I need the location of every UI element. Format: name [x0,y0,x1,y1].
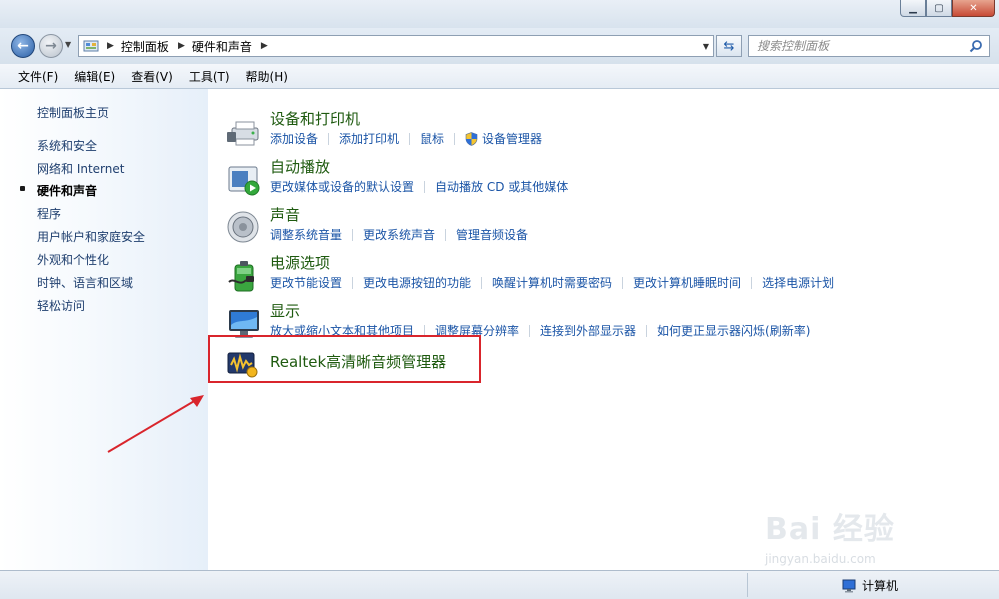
breadcrumb-chevron-icon[interactable]: ▶ [261,41,268,51]
link-wake-password[interactable]: 唤醒计算机时需要密码 [492,274,612,291]
minimize-icon: ▁ [909,2,917,14]
link-divider [646,324,648,337]
address-bar[interactable]: ▶ 控制面板 ▶ 硬件和声音 ▶ ▼ [78,35,714,57]
menu-view[interactable]: 查看(V) [123,66,181,87]
forward-button[interactable]: → [39,34,63,58]
annotation-arrow [107,395,204,453]
sidebar-item-programs[interactable]: 程序 [37,205,61,222]
caption-buttons: ▁ ▢ ✕ [900,0,995,17]
category-title-autoplay[interactable]: 自动播放 [270,156,330,177]
link-manage-audio[interactable]: 管理音频设备 [456,226,528,243]
link-sleep-time[interactable]: 更改计算机睡眠时间 [633,274,741,291]
maximize-button[interactable]: ▢ [926,0,952,17]
link-refresh-rate[interactable]: 如何更正显示器闪烁(刷新率) [657,322,810,339]
link-add-printer[interactable]: 添加打印机 [339,130,399,147]
menu-help[interactable]: 帮助(H) [238,66,296,87]
link-divider [328,132,330,145]
link-change-media-defaults[interactable]: 更改媒体或设备的默认设置 [270,178,414,195]
printer-icon[interactable] [226,114,262,150]
window-title-bar: ▁ ▢ ✕ [0,0,999,28]
minimize-button[interactable]: ▁ [900,0,926,17]
annotation-highlight-box [208,335,481,383]
sidebar-item-user-accounts[interactable]: 用户帐户和家庭安全 [37,228,145,245]
status-divider [747,573,748,597]
link-power-saving[interactable]: 更改节能设置 [270,274,342,291]
status-location: 计算机 [842,577,898,594]
link-divider [445,228,447,241]
category-links: 添加设备 添加打印机 鼠标 设备管理器 [270,130,542,147]
category-links: 更改媒体或设备的默认设置 自动播放 CD 或其他媒体 [270,178,568,195]
recent-pages-dropdown[interactable]: ▼ [65,40,71,49]
menu-tools[interactable]: 工具(T) [181,66,238,87]
link-divider [622,276,624,289]
category-title-devices-printers[interactable]: 设备和打印机 [270,108,360,129]
breadcrumb-chevron-icon[interactable]: ▶ [107,41,114,51]
speaker-icon[interactable] [226,210,262,246]
category-title-display[interactable]: 显示 [270,300,300,321]
back-button[interactable]: ← [11,34,35,58]
link-autoplay-cd[interactable]: 自动播放 CD 或其他媒体 [435,178,568,195]
sidebar-item-home[interactable]: 控制面板主页 [37,104,109,121]
arrow-right-icon: → [45,38,57,54]
link-divider [454,132,456,145]
control-panel-icon [83,40,99,52]
status-location-label: 计算机 [862,579,899,593]
link-divider [481,276,483,289]
link-power-plan[interactable]: 选择电源计划 [762,274,834,291]
link-divider [352,276,354,289]
sidebar-item-system-security[interactable]: 系统和安全 [37,137,97,154]
uac-shield-icon [465,131,478,146]
content-pane: 设备和打印机 添加设备 添加打印机 鼠标 设备管理器 自动播放 更改媒体或设备的… [208,89,993,570]
link-divider [409,132,411,145]
link-change-sounds[interactable]: 更改系统声音 [363,226,435,243]
navigation-bar: ← → ▼ ▶ 控制面板 ▶ 硬件和声音 ▶ ▼ ⇆ [0,28,999,64]
menu-bar: 文件(F) 编辑(E) 查看(V) 工具(T) 帮助(H) [0,64,999,89]
computer-icon [842,579,856,592]
autoplay-icon[interactable] [226,162,262,198]
link-device-manager[interactable]: 设备管理器 [482,130,542,147]
sidebar-item-clock-language[interactable]: 时钟、语言和区域 [37,274,133,291]
category-links: 调整系统音量 更改系统声音 管理音频设备 [270,226,528,243]
close-button[interactable]: ✕ [952,0,995,17]
search-icon[interactable] [969,39,983,53]
link-mouse[interactable]: 鼠标 [420,130,444,147]
link-divider [529,324,531,337]
category-title-power-options[interactable]: 电源选项 [270,252,330,273]
menu-edit[interactable]: 编辑(E) [66,66,123,87]
link-power-button[interactable]: 更改电源按钮的功能 [363,274,471,291]
link-divider [424,180,426,193]
category-title-sound[interactable]: 声音 [270,204,300,225]
link-add-device[interactable]: 添加设备 [270,130,318,147]
breadcrumb-hardware-sound[interactable]: 硬件和声音 [192,38,252,55]
link-divider [352,228,354,241]
category-links: 更改节能设置 更改电源按钮的功能 唤醒计算机时需要密码 更改计算机睡眠时间 选择… [270,274,834,291]
refresh-button[interactable]: ⇆ [716,35,742,57]
arrow-left-icon: ← [17,38,29,54]
sidebar: 控制面板主页 系统和安全 网络和 Internet 硬件和声音 程序 用户帐户和… [0,89,208,570]
sidebar-item-network[interactable]: 网络和 Internet [37,160,124,177]
search-input[interactable] [755,38,969,54]
link-adjust-volume[interactable]: 调整系统音量 [270,226,342,243]
link-divider [751,276,753,289]
menu-file[interactable]: 文件(F) [10,66,66,87]
refresh-icon: ⇆ [723,38,735,54]
sidebar-item-hardware-sound[interactable]: 硬件和声音 [37,182,97,199]
address-dropdown-icon[interactable]: ▼ [703,42,709,51]
link-external-display[interactable]: 连接到外部显示器 [540,322,636,339]
breadcrumb-chevron-icon[interactable]: ▶ [178,41,185,51]
status-bar: 计算机 [0,570,999,599]
battery-icon[interactable] [226,258,262,294]
current-item-bullet-icon [20,186,25,191]
sidebar-item-appearance[interactable]: 外观和个性化 [37,251,109,268]
close-icon: ✕ [969,2,978,14]
breadcrumb-control-panel[interactable]: 控制面板 [121,38,169,55]
sidebar-item-ease-of-access[interactable]: 轻松访问 [37,297,85,314]
maximize-icon: ▢ [934,2,944,14]
search-box[interactable] [748,35,990,57]
